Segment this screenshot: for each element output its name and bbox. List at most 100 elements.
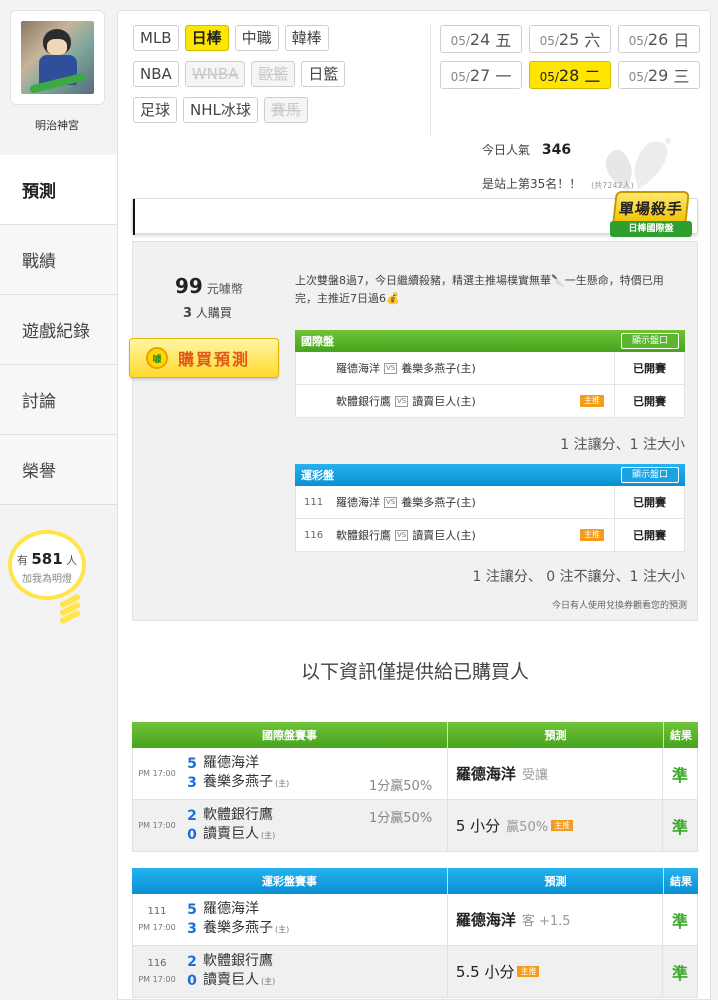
game-no: 111 <box>147 905 167 917</box>
start-time: PM 17:00 <box>138 768 176 778</box>
game-state: 已開賽 <box>614 486 684 518</box>
price-unit: 元噱幣 <box>206 282 243 296</box>
home-marker: (主) <box>275 779 290 788</box>
date-0526[interactable]: 05/26 日 <box>618 25 700 53</box>
col-game: 運彩盤賽事 <box>132 868 448 894</box>
rank-note: (共7242人) <box>591 181 634 190</box>
sport-cpbl[interactable]: 中職 <box>234 25 279 51</box>
nav-item-discussion[interactable]: 討論 <box>0 365 118 435</box>
buy-prediction-button[interactable]: 噱 購買預測 <box>129 338 279 378</box>
matchup: 116 軟體銀行鷹 VS 讀賣巨人(主) 主推 <box>296 519 614 551</box>
results-row: 116 PM 17:00 20 軟體銀行鷹 讀賣巨人 (主) 5.5 小分 主推 準 <box>132 946 698 998</box>
show-odds-button[interactable]: 顯示盤口 <box>620 467 679 483</box>
pick: 羅德海洋 <box>455 765 516 783</box>
lightbulb-icon <box>56 593 84 626</box>
fans-count: 581 <box>31 550 63 568</box>
sport-nhl[interactable]: NHL冰球 <box>183 97 258 123</box>
main-pick-badge: 主推 <box>580 529 604 541</box>
sport-japan-basketball[interactable]: 日籃 <box>301 61 346 87</box>
home-score: 3 <box>187 774 197 791</box>
prediction-cell: 5.5 小分 主推 <box>448 946 664 997</box>
date-0525[interactable]: 05/25 六 <box>529 25 611 53</box>
popularity: 今日人氣 346 <box>482 141 571 158</box>
away-score: 2 <box>187 953 197 970</box>
badge-subtitle: 日棒國際盤 <box>610 221 692 237</box>
main-pick-badge: 主推 <box>551 820 574 831</box>
date-0527[interactable]: 05/27 一 <box>440 61 522 89</box>
away-team: 羅德海洋 <box>203 901 259 917</box>
avatar[interactable] <box>21 21 94 94</box>
nav-item-record[interactable]: 戰績 <box>0 225 118 295</box>
col-result: 結果 <box>670 875 692 888</box>
sport-nba[interactable]: NBA <box>133 61 179 87</box>
away-team: 軟體銀行鷹 <box>336 395 391 408</box>
price-value: 99 <box>175 274 203 298</box>
main-panel: MLB 日棒 中職 韓棒 NBA WNBA 歐籃 日籃 足球 NHL冰球 賽馬 … <box>117 10 711 1000</box>
date-weekday: 三 <box>673 67 690 86</box>
badge-title: 單場殺手 <box>612 191 690 225</box>
rank-text: 是站上第35名！！ <box>482 177 582 191</box>
vs-icon: VS <box>395 529 409 541</box>
vs-icon: VS <box>395 395 409 407</box>
follow-bulb-button[interactable]: 有 581 人 加我為明燈 <box>8 530 86 600</box>
home-team: 養樂多燕子 <box>203 920 273 936</box>
teams: 軟體銀行鷹 讀賣巨人 (主) <box>203 952 275 991</box>
date-month: 05/ <box>628 69 648 84</box>
result-correct: 準 <box>672 817 689 837</box>
home-team: 養樂多燕子(主) <box>401 362 476 375</box>
matchup: 羅德海洋 VS 養樂多燕子(主) <box>296 352 614 384</box>
spread-result: 1分贏50% <box>369 779 433 794</box>
home-score: 3 <box>187 920 197 937</box>
nav-item-honors[interactable]: 榮譽 <box>0 435 118 505</box>
sport-row: 足球 NHL冰球 賽馬 <box>133 97 433 123</box>
table-row: 軟體銀行鷹 VS 讀賣巨人(主) 主推 已開賽 <box>295 385 685 418</box>
sport-row: MLB 日棒 中職 韓棒 <box>133 25 433 51</box>
home-team: 讀賣巨人 <box>203 972 259 988</box>
lottery-results-table: 運彩盤賽事 預測 結果 111 PM 17:00 53 羅德海洋 養樂多燕子 (主)… <box>132 868 698 998</box>
table-row: 116 軟體銀行鷹 VS 讀賣巨人(主) 主推 已開賽 <box>295 519 685 552</box>
results-row: PM 17:00 53 羅德海洋 養樂多燕子 (主) 1分贏50% 羅德海洋 受讓… <box>132 748 698 800</box>
game-cell: 116 PM 17:00 20 軟體銀行鷹 讀賣巨人 (主) <box>133 946 448 997</box>
date-0524[interactable]: 05/24 五 <box>440 25 522 53</box>
game-no: 111 <box>304 496 324 508</box>
pick-detail: 贏50% <box>506 820 549 835</box>
nav-item-predictions[interactable]: 預測 <box>0 155 118 225</box>
home-team: 養樂多燕子(主) <box>401 496 476 509</box>
away-team: 軟體銀行鷹 <box>203 807 273 823</box>
nav-label: 遊戲紀錄 <box>22 322 90 342</box>
start-time: PM 17:00 <box>138 974 176 984</box>
prediction-cell: 羅德海洋 客 +1.5 <box>448 894 664 945</box>
game-state: 已開賽 <box>614 519 684 551</box>
single-game-killer-badge: 單場殺手 日棒國際盤 <box>610 191 692 243</box>
nav-label: 戰績 <box>22 252 56 272</box>
sport-npb[interactable]: 日棒 <box>184 25 229 51</box>
show-odds-button[interactable]: 顯示盤口 <box>620 333 679 349</box>
scores: 53 <box>181 901 203 939</box>
voucher-note: 今日有人使用兌換券觀看您的預測 <box>551 601 687 611</box>
date-weekday: 一 <box>495 67 512 86</box>
nav-item-game-history[interactable]: 遊戲紀錄 <box>0 295 118 365</box>
result-correct: 準 <box>672 911 689 931</box>
avatar-frame[interactable] <box>10 10 105 105</box>
divider <box>430 25 431 135</box>
home-team: 養樂多燕子 <box>203 774 273 790</box>
away-team: 軟體銀行鷹 <box>203 953 273 969</box>
date-0528[interactable]: 05/28 二 <box>529 61 611 89</box>
site-rank: 是站上第35名！！ (共7242人) <box>482 175 634 192</box>
matchup: 111 羅德海洋 VS 養樂多燕子(主) <box>296 486 614 518</box>
away-score: 5 <box>187 901 197 918</box>
results-row: PM 17:00 20 軟體銀行鷹 讀賣巨人 (主) 1分贏50% 5 小分 贏5… <box>132 800 698 852</box>
sport-soccer[interactable]: 足球 <box>133 97 178 123</box>
nav-label: 榮譽 <box>22 462 56 482</box>
scores: 20 <box>181 807 203 845</box>
prediction-package: 99 元噱幣 3 人購買 噱 購買預測 上次雙盤8過7，今日繼續殺豬，精選主推場樸… <box>129 241 698 621</box>
sport-mlb[interactable]: MLB <box>133 25 179 51</box>
sport-kbo[interactable]: 韓棒 <box>284 25 329 51</box>
coin-icon: 噱 <box>146 347 168 369</box>
left-column: 明治神宮 預測 戰績 遊戲紀錄 討論 榮譽 有 581 人 加我為明燈 <box>0 0 118 1000</box>
date-0529[interactable]: 05/29 三 <box>618 61 700 89</box>
game-time: 111 PM 17:00 <box>133 904 181 936</box>
start-time: PM 17:00 <box>138 922 176 932</box>
results-header: 國際盤賽事 預測 結果 <box>132 722 698 748</box>
teams: 羅德海洋 養樂多燕子 (主) <box>203 754 289 793</box>
